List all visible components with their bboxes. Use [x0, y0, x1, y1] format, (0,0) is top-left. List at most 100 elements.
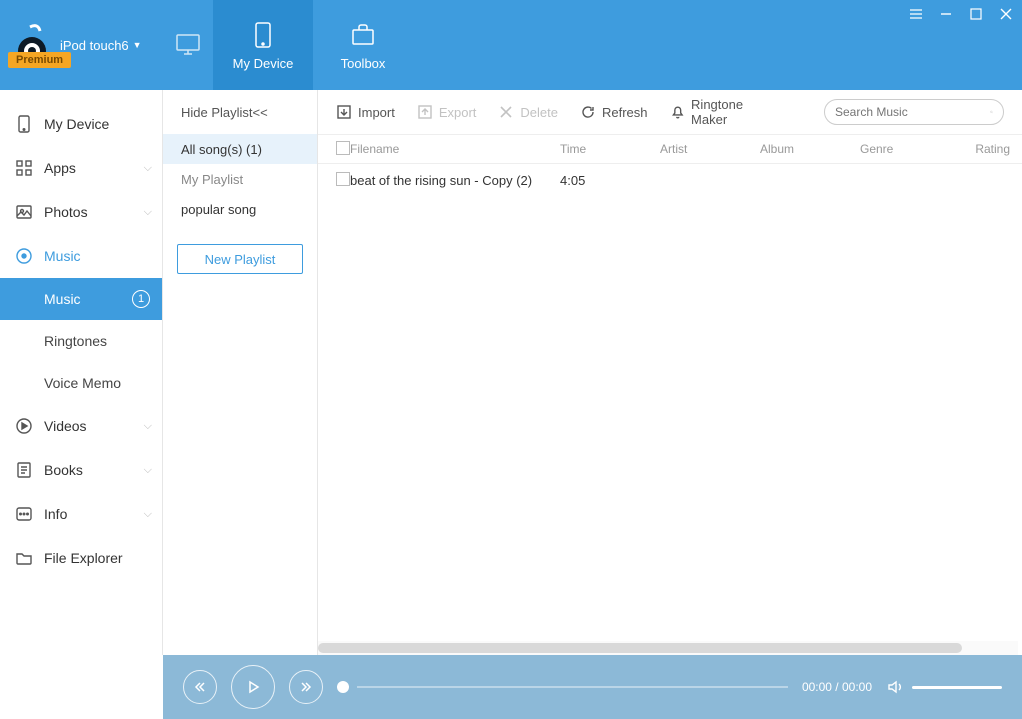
import-button[interactable]: Import [336, 104, 395, 120]
tab-toolbox[interactable]: Toolbox [313, 0, 413, 90]
volume-slider[interactable] [912, 686, 1002, 689]
table-body: beat of the rising sun - Copy (2) 4:05 [318, 164, 1022, 641]
tab-my-device[interactable]: My Device [213, 0, 313, 90]
close-icon[interactable] [998, 6, 1014, 22]
progress-track[interactable] [337, 681, 788, 693]
col-album[interactable]: Album [760, 142, 860, 156]
horizontal-scrollbar[interactable] [318, 641, 1018, 655]
sidebar-item-my-device[interactable]: My Device [0, 102, 162, 146]
ringtone-maker-button[interactable]: Ringtone Maker [670, 97, 780, 127]
scrollbar-thumb[interactable] [318, 643, 962, 653]
col-genre[interactable]: Genre [860, 142, 960, 156]
device-name: iPod touch6 [60, 38, 129, 53]
progress-line [357, 686, 788, 688]
play-icon [245, 679, 261, 695]
toolbar-label: Delete [520, 105, 558, 120]
sidebar-label: Videos [44, 418, 87, 434]
sidebar-item-photos[interactable]: Photos ⌵ [0, 190, 162, 234]
photos-icon [14, 202, 34, 222]
sidebar-label: Photos [44, 204, 88, 220]
sidebar-sub-voice-memo[interactable]: Voice Memo [0, 362, 162, 404]
table-header: Filename Time Artist Album Genre Rating [318, 134, 1022, 164]
volume-icon [886, 678, 904, 696]
monitor-icon [163, 0, 213, 90]
sidebar-label: Books [44, 462, 83, 478]
sidebar-item-apps[interactable]: Apps ⌵ [0, 146, 162, 190]
premium-badge: Premium [8, 52, 71, 68]
sidebar-label: Music [44, 248, 81, 264]
playlist-panel: Hide Playlist<< All song(s) (1) My Playl… [163, 90, 318, 655]
sidebar-label: Info [44, 506, 67, 522]
refresh-button[interactable]: Refresh [580, 104, 648, 120]
sidebar-item-info[interactable]: Info ⌵ [0, 492, 162, 536]
col-rating[interactable]: Rating [960, 142, 1010, 156]
playlist-item-all-songs[interactable]: All song(s) (1) [163, 134, 317, 164]
app-header: iPod touch6 ▼ Premium My Device Toolbox [0, 0, 1022, 90]
delete-button[interactable]: Delete [498, 104, 558, 120]
player-bar: 00:00 / 00:00 [163, 655, 1022, 719]
export-icon [417, 104, 433, 120]
content-area: Import Export Delete Refresh [318, 90, 1022, 655]
play-button[interactable] [231, 665, 275, 709]
brand-area: iPod touch6 ▼ Premium [0, 0, 163, 90]
toolbar-label: Refresh [602, 105, 648, 120]
chevron-down-icon: ⌵ [144, 206, 152, 219]
minimize-icon[interactable] [938, 6, 954, 22]
export-button[interactable]: Export [417, 104, 477, 120]
progress-handle[interactable] [337, 681, 349, 693]
next-icon [299, 680, 313, 694]
chevron-down-icon: ⌵ [144, 464, 152, 477]
search-box[interactable] [824, 99, 1004, 125]
window-controls [908, 6, 1014, 22]
music-icon [14, 246, 34, 266]
sidebar: My Device Apps ⌵ Photos ⌵ Music Music 1 … [0, 90, 163, 655]
sidebar-label: My Device [44, 116, 109, 132]
playlist-item-my-playlist[interactable]: My Playlist [163, 164, 317, 194]
books-icon [14, 460, 34, 480]
col-time[interactable]: Time [560, 142, 660, 156]
sidebar-sub-label: Music [44, 291, 81, 307]
folder-icon [14, 548, 34, 568]
sidebar-item-file-explorer[interactable]: File Explorer [0, 536, 162, 580]
sidebar-sub-ringtones[interactable]: Ringtones [0, 320, 162, 362]
sidebar-label: Apps [44, 160, 76, 176]
bell-icon [670, 104, 686, 120]
select-all-checkbox[interactable] [336, 141, 350, 155]
new-playlist-button[interactable]: New Playlist [177, 244, 303, 274]
col-artist[interactable]: Artist [660, 142, 760, 156]
prev-button[interactable] [183, 670, 217, 704]
sidebar-sub-music[interactable]: Music 1 [0, 278, 162, 320]
device-selector[interactable]: iPod touch6 ▼ [60, 38, 142, 53]
import-icon [336, 104, 352, 120]
toolbar: Import Export Delete Refresh [318, 90, 1022, 134]
cell-time: 4:05 [560, 173, 660, 188]
delete-icon [498, 104, 514, 120]
toolbar-label: Import [358, 105, 395, 120]
time-display: 00:00 / 00:00 [802, 680, 872, 694]
search-input[interactable] [835, 105, 990, 119]
main-area: My Device Apps ⌵ Photos ⌵ Music Music 1 … [0, 90, 1022, 655]
sidebar-item-books[interactable]: Books ⌵ [0, 448, 162, 492]
col-filename[interactable]: Filename [350, 142, 560, 156]
sidebar-item-music[interactable]: Music [0, 234, 162, 278]
tab-label: My Device [233, 56, 294, 71]
table-row[interactable]: beat of the rising sun - Copy (2) 4:05 [318, 164, 1022, 196]
prev-icon [193, 680, 207, 694]
sidebar-sub-label: Voice Memo [44, 375, 121, 391]
videos-icon [14, 416, 34, 436]
row-checkbox[interactable] [336, 172, 350, 186]
next-button[interactable] [289, 670, 323, 704]
maximize-icon[interactable] [968, 6, 984, 22]
search-icon [990, 104, 993, 120]
hide-playlist-button[interactable]: Hide Playlist<< [163, 90, 317, 134]
volume-control[interactable] [886, 678, 1002, 696]
menu-icon[interactable] [908, 6, 924, 22]
sidebar-item-videos[interactable]: Videos ⌵ [0, 404, 162, 448]
sidebar-sub-label: Ringtones [44, 333, 107, 349]
chevron-down-icon: ⌵ [144, 162, 152, 175]
toolbar-label: Export [439, 105, 477, 120]
sidebar-label: File Explorer [44, 550, 123, 566]
playlist-item-popular[interactable]: popular song [163, 194, 317, 224]
chevron-down-icon: ⌵ [144, 420, 152, 433]
info-icon [14, 504, 34, 524]
